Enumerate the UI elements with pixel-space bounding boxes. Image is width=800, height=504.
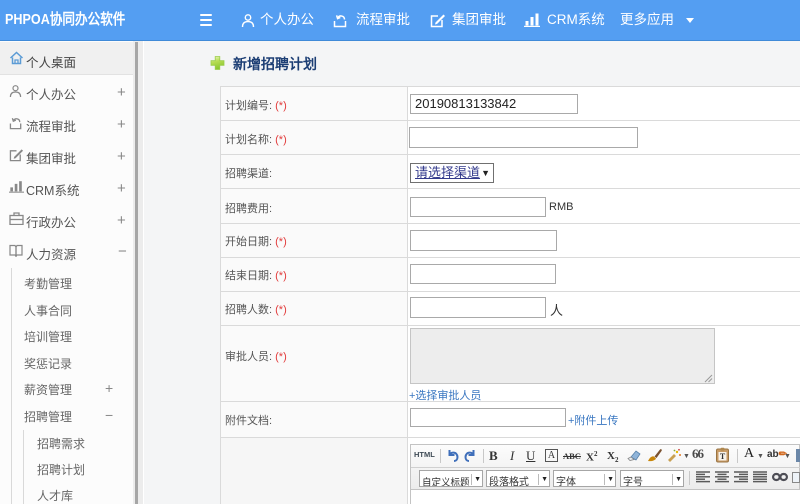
svg-text:T: T <box>720 452 726 461</box>
